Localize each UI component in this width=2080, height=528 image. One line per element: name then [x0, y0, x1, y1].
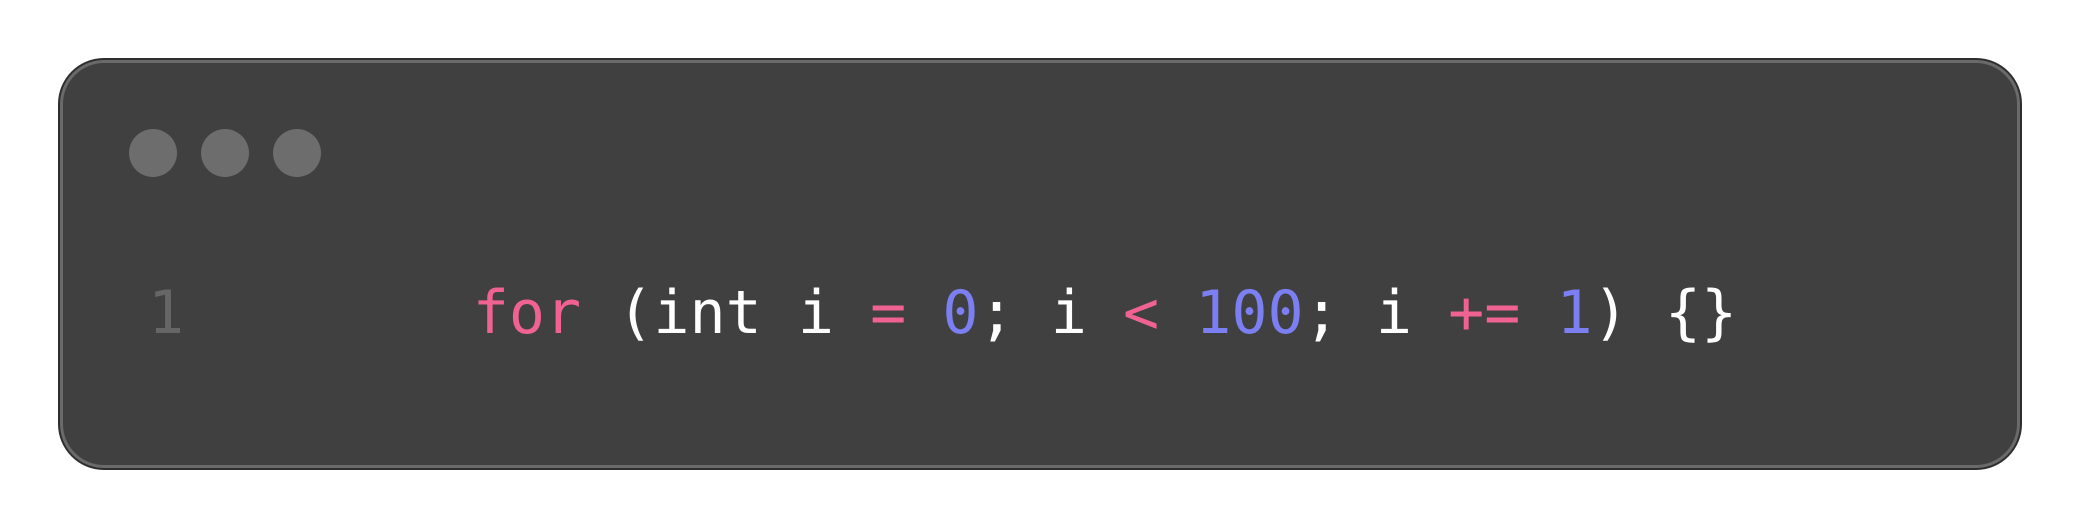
code-token: ; i: [1303, 278, 1449, 348]
code-line: 1 for (int i = 0; i < 100; i += 1) {}: [148, 283, 1737, 343]
minimize-dot[interactable]: [201, 129, 249, 177]
code-token: ; i: [978, 278, 1123, 348]
code-token: (int i: [581, 278, 871, 348]
window-controls: [129, 129, 321, 177]
code-token: 1: [1556, 278, 1593, 348]
code-token: ) {}: [1592, 278, 1738, 348]
code-token: +=: [1448, 278, 1521, 348]
code-token: 100: [1195, 278, 1304, 348]
code-token: =: [870, 278, 907, 348]
code-token: for: [472, 278, 582, 348]
maximize-dot[interactable]: [273, 129, 321, 177]
code-token: <: [1122, 278, 1160, 348]
close-dot[interactable]: [129, 129, 177, 177]
code-text: for (int i = 0; i < 100; i += 1) {}: [256, 223, 1737, 403]
code-window: 1 for (int i = 0; i < 100; i += 1) {}: [60, 60, 2020, 468]
line-number: 1: [148, 278, 185, 348]
code-token: 0: [942, 278, 979, 348]
